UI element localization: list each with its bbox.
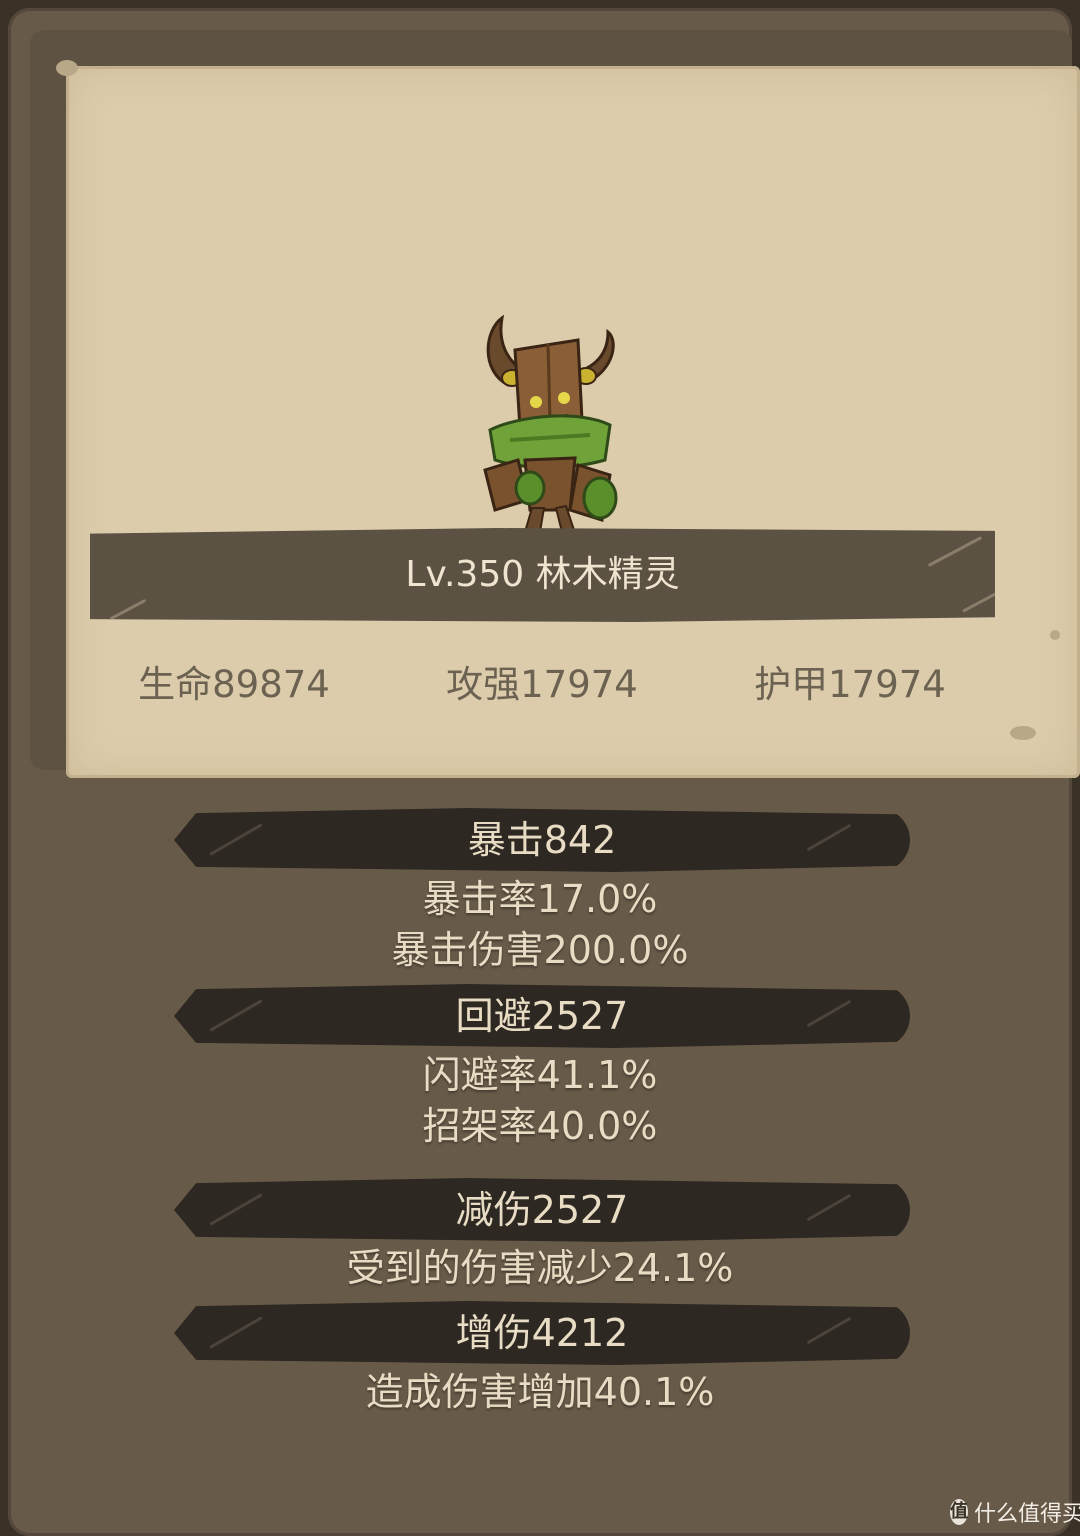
- watermark-logo-icon: 值: [950, 1499, 968, 1525]
- damage-dealt-increase: 造成伤害增加40.1%: [365, 1370, 715, 1414]
- watermark-text: 什么值得买: [974, 1502, 1080, 1527]
- parchment-spot: [1050, 630, 1060, 640]
- stat-hp: 生命89874: [138, 663, 330, 706]
- crit-rate: 暴击率17.0%: [422, 877, 658, 921]
- parchment-spot: [56, 60, 78, 76]
- evasion-header: 回避2527: [455, 994, 629, 1038]
- damage-increase-header: 增伤4212: [455, 1311, 629, 1355]
- wood-spirit-icon: [483, 314, 618, 534]
- crit-header: 暴击842: [467, 818, 617, 862]
- crit-damage: 暴击伤害200.0%: [391, 928, 689, 972]
- watermark: 值 什么值得买: [950, 1494, 1080, 1530]
- parry-rate: 招架率40.0%: [422, 1104, 658, 1148]
- parchment-spot: [1010, 726, 1036, 740]
- damage-reduction-header: 减伤2527: [455, 1188, 629, 1232]
- stat-attack: 攻强17974: [446, 663, 638, 706]
- damage-taken-reduction: 受到的伤害减少24.1%: [346, 1246, 734, 1290]
- dodge-rate: 闪避率41.1%: [422, 1053, 658, 1097]
- stat-armor: 护甲17974: [754, 663, 946, 706]
- monster-level-name: Lv.350 林木精灵: [405, 554, 680, 595]
